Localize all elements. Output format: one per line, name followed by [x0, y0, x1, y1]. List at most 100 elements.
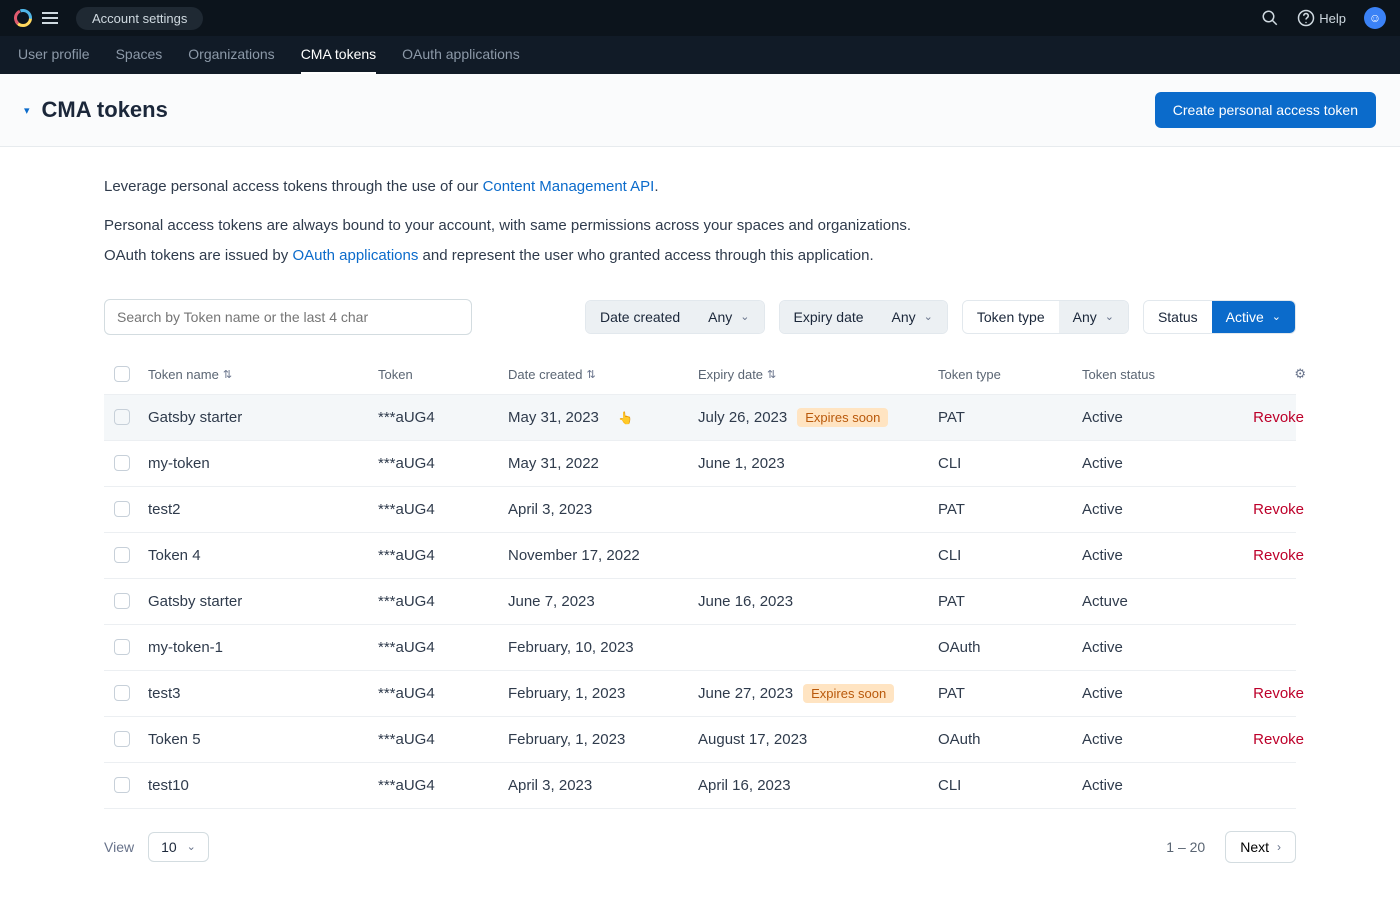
cell-token-name: test3	[148, 673, 378, 714]
tab-user-profile[interactable]: User profile	[18, 36, 90, 74]
cell-expiry-date: April 16, 2023	[698, 765, 938, 806]
revoke-placeholder	[1212, 635, 1312, 659]
view-label: View	[104, 839, 134, 855]
tab-organizations[interactable]: Organizations	[188, 36, 274, 74]
next-label: Next	[1240, 839, 1269, 855]
tokens-table: Token name⇅ Token Date created⇅ Expiry d…	[104, 355, 1296, 809]
row-checkbox[interactable]	[114, 409, 130, 425]
row-checkbox[interactable]	[114, 685, 130, 701]
table-row[interactable]: Gatsby starter***aUG4June 7, 2023June 16…	[104, 579, 1296, 625]
gear-icon[interactable]: ⚙	[1294, 366, 1306, 381]
revoke-placeholder	[1212, 589, 1312, 613]
col-token-type[interactable]: Token type	[938, 367, 1082, 382]
cell-date-created: April 3, 2023	[508, 765, 698, 806]
revoke-button[interactable]: Revoke	[1212, 397, 1312, 438]
cell-token-type: OAuth	[938, 627, 1082, 668]
help-button[interactable]: Help	[1297, 9, 1346, 27]
chevron-right-icon: ›	[1277, 840, 1281, 854]
create-token-button[interactable]: Create personal access token	[1155, 92, 1376, 128]
intro-text: Leverage personal access tokens through …	[104, 175, 1296, 267]
chevron-down-icon: ⌄	[1272, 310, 1281, 323]
cell-token-name: test10	[148, 765, 378, 806]
table-row[interactable]: test10***aUG4April 3, 2023April 16, 2023…	[104, 763, 1296, 809]
page-size-select[interactable]: 10 ⌄	[148, 832, 209, 862]
cell-token-status: Active	[1082, 719, 1212, 760]
sort-icon: ⇅	[223, 368, 232, 381]
page-title: CMA tokens	[42, 97, 168, 123]
filter-date-created[interactable]: Date created Any⌄	[585, 300, 765, 334]
intro-line1b: .	[654, 178, 658, 195]
col-token-name[interactable]: Token name⇅	[148, 367, 378, 382]
row-checkbox[interactable]	[114, 777, 130, 793]
filter-expiry-date-value: Any	[892, 309, 916, 325]
filter-expiry-date-label: Expiry date	[780, 301, 878, 333]
cell-token: ***aUG4	[378, 627, 508, 668]
cell-token-status: Active	[1082, 397, 1212, 438]
tab-oauth-applications[interactable]: OAuth applications	[402, 36, 520, 74]
oauth-applications-link[interactable]: OAuth applications	[292, 247, 418, 264]
cell-token-status: Active	[1082, 765, 1212, 806]
col-date-created[interactable]: Date created⇅	[508, 367, 698, 382]
table-row[interactable]: Token 4***aUG4November 17, 2022CLIActive…	[104, 533, 1296, 579]
row-checkbox[interactable]	[114, 593, 130, 609]
row-checkbox[interactable]	[114, 455, 130, 471]
cell-token: ***aUG4	[378, 397, 508, 438]
menu-icon[interactable]	[42, 12, 58, 24]
page-range: 1 – 20	[1166, 839, 1205, 855]
row-checkbox[interactable]	[114, 501, 130, 517]
cell-token: ***aUG4	[378, 443, 508, 484]
cell-token: ***aUG4	[378, 719, 508, 760]
col-token[interactable]: Token	[378, 367, 508, 382]
revoke-button[interactable]: Revoke	[1212, 719, 1312, 760]
table-row[interactable]: test3***aUG4February, 1, 2023June 27, 20…	[104, 671, 1296, 717]
revoke-button[interactable]: Revoke	[1212, 489, 1312, 530]
row-checkbox[interactable]	[114, 731, 130, 747]
cell-date-created: April 3, 2023	[508, 489, 698, 530]
next-button[interactable]: Next ›	[1225, 831, 1296, 863]
table-row[interactable]: Token 5***aUG4February, 1, 2023August 17…	[104, 717, 1296, 763]
col-expiry-date[interactable]: Expiry date⇅	[698, 367, 938, 382]
cell-expiry-date: August 17, 2023	[698, 719, 938, 760]
filter-token-type[interactable]: Token type Any⌄	[962, 300, 1129, 334]
cell-expiry-date	[698, 497, 938, 521]
filter-status[interactable]: Status Active⌄	[1143, 300, 1296, 334]
cell-token: ***aUG4	[378, 581, 508, 622]
help-label: Help	[1319, 11, 1346, 26]
cell-token-name: Token 5	[148, 719, 378, 760]
row-checkbox[interactable]	[114, 639, 130, 655]
cma-api-link[interactable]: Content Management API	[483, 178, 655, 195]
app-logo[interactable]	[14, 9, 32, 27]
cell-expiry-date: June 1, 2023	[698, 443, 938, 484]
filter-status-value: Active	[1226, 309, 1264, 325]
cell-token-type: CLI	[938, 765, 1082, 806]
cell-token-type: PAT	[938, 673, 1082, 714]
table-row[interactable]: test2***aUG4April 3, 2023PATActiveRevoke	[104, 487, 1296, 533]
chevron-down-icon: ⌄	[187, 840, 196, 853]
revoke-button[interactable]: Revoke	[1212, 673, 1312, 714]
tab-cma-tokens[interactable]: CMA tokens	[301, 36, 376, 74]
breadcrumb[interactable]: Account settings	[76, 7, 203, 30]
select-all-checkbox[interactable]	[114, 366, 130, 382]
col-token-status[interactable]: Token status	[1082, 367, 1212, 382]
cell-expiry-date: June 27, 2023Expires soon	[698, 672, 938, 715]
table-row[interactable]: Gatsby starter***aUG4May 31, 2023👆July 2…	[104, 395, 1296, 441]
cell-token-type: PAT	[938, 397, 1082, 438]
avatar[interactable]: ☺	[1364, 7, 1386, 29]
tab-spaces[interactable]: Spaces	[116, 36, 163, 74]
row-checkbox[interactable]	[114, 547, 130, 563]
cell-token-type: OAuth	[938, 719, 1082, 760]
caret-down-icon[interactable]: ▾	[24, 104, 30, 117]
filter-token-type-value: Any	[1073, 309, 1097, 325]
search-icon[interactable]	[1261, 9, 1279, 27]
search-input[interactable]	[104, 299, 472, 335]
sort-icon: ⇅	[586, 368, 595, 381]
cell-token-type: PAT	[938, 581, 1082, 622]
cell-expiry-date: June 16, 2023	[698, 581, 938, 622]
revoke-button[interactable]: Revoke	[1212, 535, 1312, 576]
table-row[interactable]: my-token-1***aUG4February, 10, 2023OAuth…	[104, 625, 1296, 671]
cell-token-status: Active	[1082, 673, 1212, 714]
cell-date-created: June 7, 2023	[508, 581, 698, 622]
filter-expiry-date[interactable]: Expiry date Any⌄	[779, 300, 948, 334]
expires-soon-badge: Expires soon	[797, 408, 888, 427]
table-row[interactable]: my-token***aUG4May 31, 2022June 1, 2023C…	[104, 441, 1296, 487]
